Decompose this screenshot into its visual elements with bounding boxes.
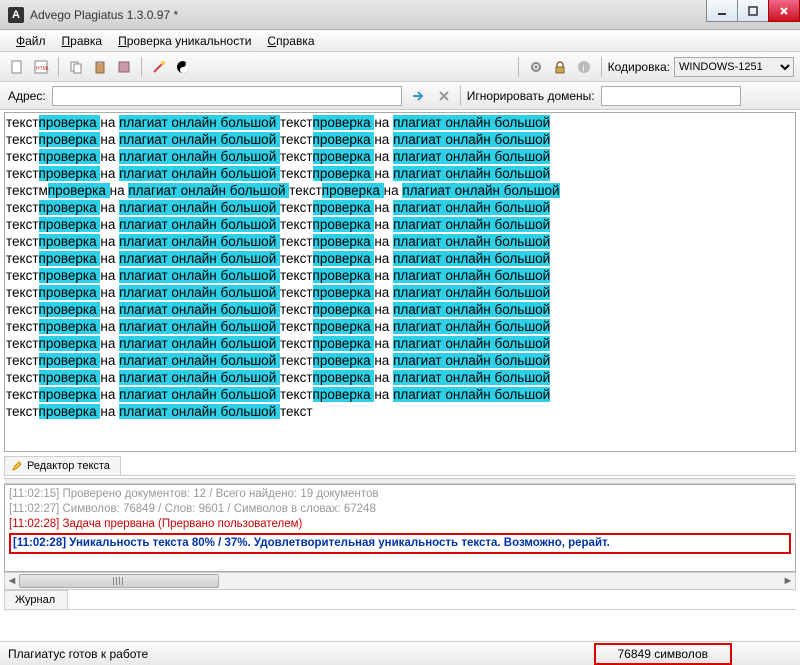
menu-file[interactable]: Файл xyxy=(8,31,54,51)
encoding-dropdown[interactable]: WINDOWS-1251 xyxy=(674,57,794,77)
tab-editor-label: Редактор текста xyxy=(27,460,110,472)
log-panel[interactable]: [11:02:15] Проверено документов: 12 / Вс… xyxy=(4,484,796,572)
svg-text:HTML: HTML xyxy=(36,66,49,72)
window-controls xyxy=(707,0,800,29)
scroll-thumb[interactable] xyxy=(19,574,219,588)
menu-edit[interactable]: Правка xyxy=(54,31,111,51)
tab-journal-label: Журнал xyxy=(15,594,55,606)
maximize-button[interactable] xyxy=(737,0,769,22)
status-ready: Плагиатус готов к работе xyxy=(8,647,148,661)
svg-text:i: i xyxy=(582,63,584,73)
toolbar: HTML i Кодировка: WINDOWS-1251 xyxy=(0,52,800,82)
new-doc-icon[interactable] xyxy=(6,56,28,78)
magic-icon[interactable] xyxy=(148,56,170,78)
window-title: Advego Plagiatus 1.3.0.97 * xyxy=(30,8,707,22)
tab-editor[interactable]: Редактор текста xyxy=(4,456,121,475)
separator xyxy=(518,57,519,77)
yinyang-icon[interactable] xyxy=(172,56,194,78)
pencil-icon xyxy=(11,460,23,472)
cancel-icon[interactable] xyxy=(434,86,454,106)
address-label: Адрес: xyxy=(8,89,46,103)
log-result-highlight: [11:02:28] Уникальность текста 80% / 37%… xyxy=(9,533,791,554)
log-line-result: [11:02:28] Уникальность текста 80% / 37%… xyxy=(13,537,610,549)
go-icon[interactable] xyxy=(408,86,428,106)
info-icon[interactable]: i xyxy=(573,56,595,78)
editor-tab-row: Редактор текста xyxy=(4,452,796,476)
encoding-label: Кодировка: xyxy=(608,60,670,74)
scroll-right-icon[interactable]: ► xyxy=(781,574,795,588)
status-symbol-count: 76849 символов xyxy=(594,643,733,665)
text-content[interactable]: текстпроверка на плагиат онлайн большой … xyxy=(6,114,794,420)
tab-journal[interactable]: Журнал xyxy=(4,590,68,609)
copy-icon[interactable] xyxy=(65,56,87,78)
text-editor-panel[interactable]: текстпроверка на плагиат онлайн большой … xyxy=(4,112,796,452)
address-bar: Адрес: Игнорировать домены: xyxy=(0,82,800,110)
lock-icon[interactable] xyxy=(549,56,571,78)
log-line: [11:02:27] Символов: 76849 / Слов: 9601 … xyxy=(9,502,791,517)
close-button[interactable] xyxy=(768,0,800,22)
paste-icon[interactable] xyxy=(89,56,111,78)
menu-bar: Файл Правка Проверка уникальности Справк… xyxy=(0,30,800,52)
menu-help[interactable]: Справка xyxy=(259,31,322,51)
log-line: [11:02:15] Проверено документов: 12 / Вс… xyxy=(9,487,791,502)
scroll-left-icon[interactable]: ◄ xyxy=(5,574,19,588)
minimize-button[interactable] xyxy=(706,0,738,22)
encoding-selector: Кодировка: WINDOWS-1251 xyxy=(608,57,794,77)
address-input[interactable] xyxy=(52,86,402,106)
menu-check[interactable]: Проверка уникальности xyxy=(110,31,259,51)
ignore-domains-label: Игнорировать домены: xyxy=(467,89,595,103)
log-hscrollbar[interactable]: ◄ ► xyxy=(4,572,796,590)
gear-icon[interactable] xyxy=(525,56,547,78)
ignore-domains-input[interactable] xyxy=(601,86,741,106)
separator xyxy=(141,57,142,77)
save-icon[interactable] xyxy=(113,56,135,78)
log-line-error: [11:02:28] Задача прервана (Прервано пол… xyxy=(9,517,791,532)
separator xyxy=(58,57,59,77)
title-bar: A Advego Plagiatus 1.3.0.97 * xyxy=(0,0,800,30)
status-bar: Плагиатус готов к работе 76849 символов xyxy=(0,641,800,665)
app-icon: A xyxy=(8,7,24,23)
html-doc-icon[interactable]: HTML xyxy=(30,56,52,78)
separator xyxy=(601,57,602,77)
journal-tab-row: Журнал xyxy=(4,590,796,610)
